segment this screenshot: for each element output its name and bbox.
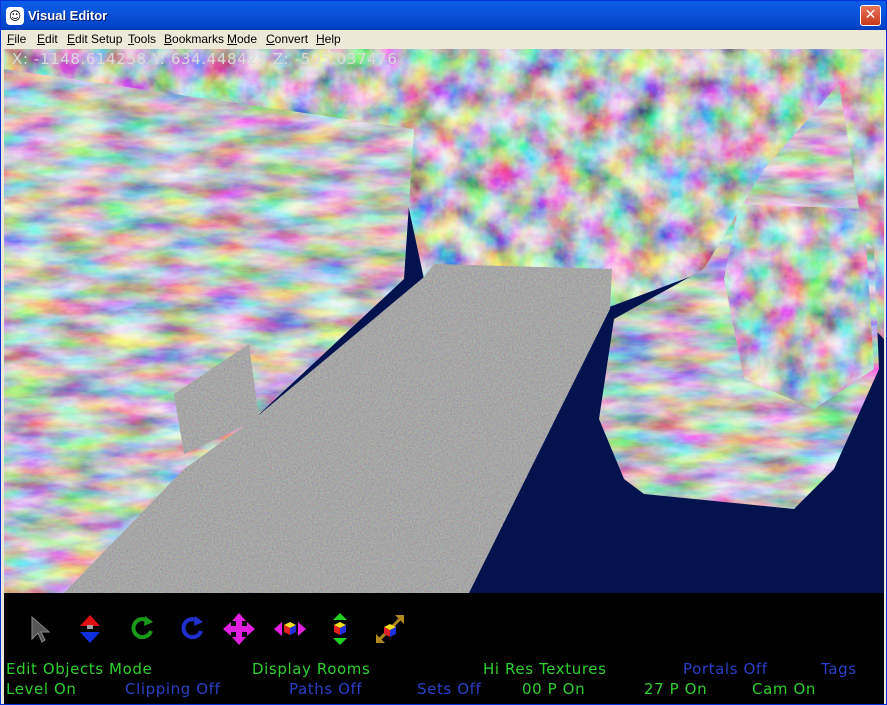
status-cam[interactable]: Cam On (752, 680, 816, 698)
move-horizontal-cube-icon[interactable] (274, 613, 306, 645)
status-tags[interactable]: Tags (821, 660, 857, 678)
move-diagonal-cube-icon[interactable] (374, 613, 406, 645)
window-title: Visual Editor (28, 8, 108, 23)
rotate-blue-icon[interactable] (176, 613, 208, 645)
menu-help[interactable]: Help (316, 32, 341, 46)
menu-file[interactable]: File (7, 32, 26, 46)
move-vertical-cube-icon[interactable] (324, 613, 356, 645)
menu-bookmarks[interactable]: Bookmarks (164, 32, 224, 46)
status-sets[interactable]: Sets Off (417, 680, 481, 698)
select-arrow-icon[interactable] (24, 613, 56, 645)
editor-window: ☺ Visual Editor ✕ File Edit Edit Setup T… (0, 0, 887, 705)
status-paths[interactable]: Paths Off (289, 680, 362, 698)
coordinate-readout: X: -1148.614258 Y: 634.448425 Z: -595.03… (12, 50, 398, 68)
rotate-green-icon[interactable] (126, 613, 158, 645)
status-display-rooms[interactable]: Display Rooms (252, 660, 370, 678)
move-vertical-icon[interactable] (74, 613, 106, 645)
status-hi-res-textures[interactable]: Hi Res Textures (483, 660, 607, 678)
move-cross-icon[interactable] (223, 613, 255, 645)
title-bar[interactable]: ☺ Visual Editor ✕ (1, 1, 886, 30)
menu-convert[interactable]: Convert (266, 32, 308, 46)
3d-viewport[interactable]: X: -1148.614258 Y: 634.448425 Z: -595.03… (4, 49, 884, 593)
close-button[interactable]: ✕ (860, 5, 881, 26)
status-edit-mode[interactable]: Edit Objects Mode (6, 660, 152, 678)
status-portals[interactable]: Portals Off (683, 660, 768, 678)
status-00p[interactable]: 00 P On (522, 680, 585, 698)
menu-edit-setup[interactable]: Edit Setup (67, 32, 122, 46)
app-icon: ☺ (6, 7, 24, 25)
scene-render (4, 49, 884, 593)
menu-edit[interactable]: Edit (37, 32, 58, 46)
status-27p[interactable]: 27 P On (644, 680, 707, 698)
menu-tools[interactable]: Tools (128, 32, 156, 46)
menu-mode[interactable]: Mode (227, 32, 257, 46)
tool-panel: Edit Objects Mode Display Rooms Hi Res T… (4, 593, 884, 704)
close-icon: ✕ (864, 7, 877, 23)
status-clipping[interactable]: Clipping Off (125, 680, 220, 698)
menu-bar: File Edit Edit Setup Tools Bookmarks Mod… (4, 30, 884, 49)
status-level[interactable]: Level On (6, 680, 76, 698)
